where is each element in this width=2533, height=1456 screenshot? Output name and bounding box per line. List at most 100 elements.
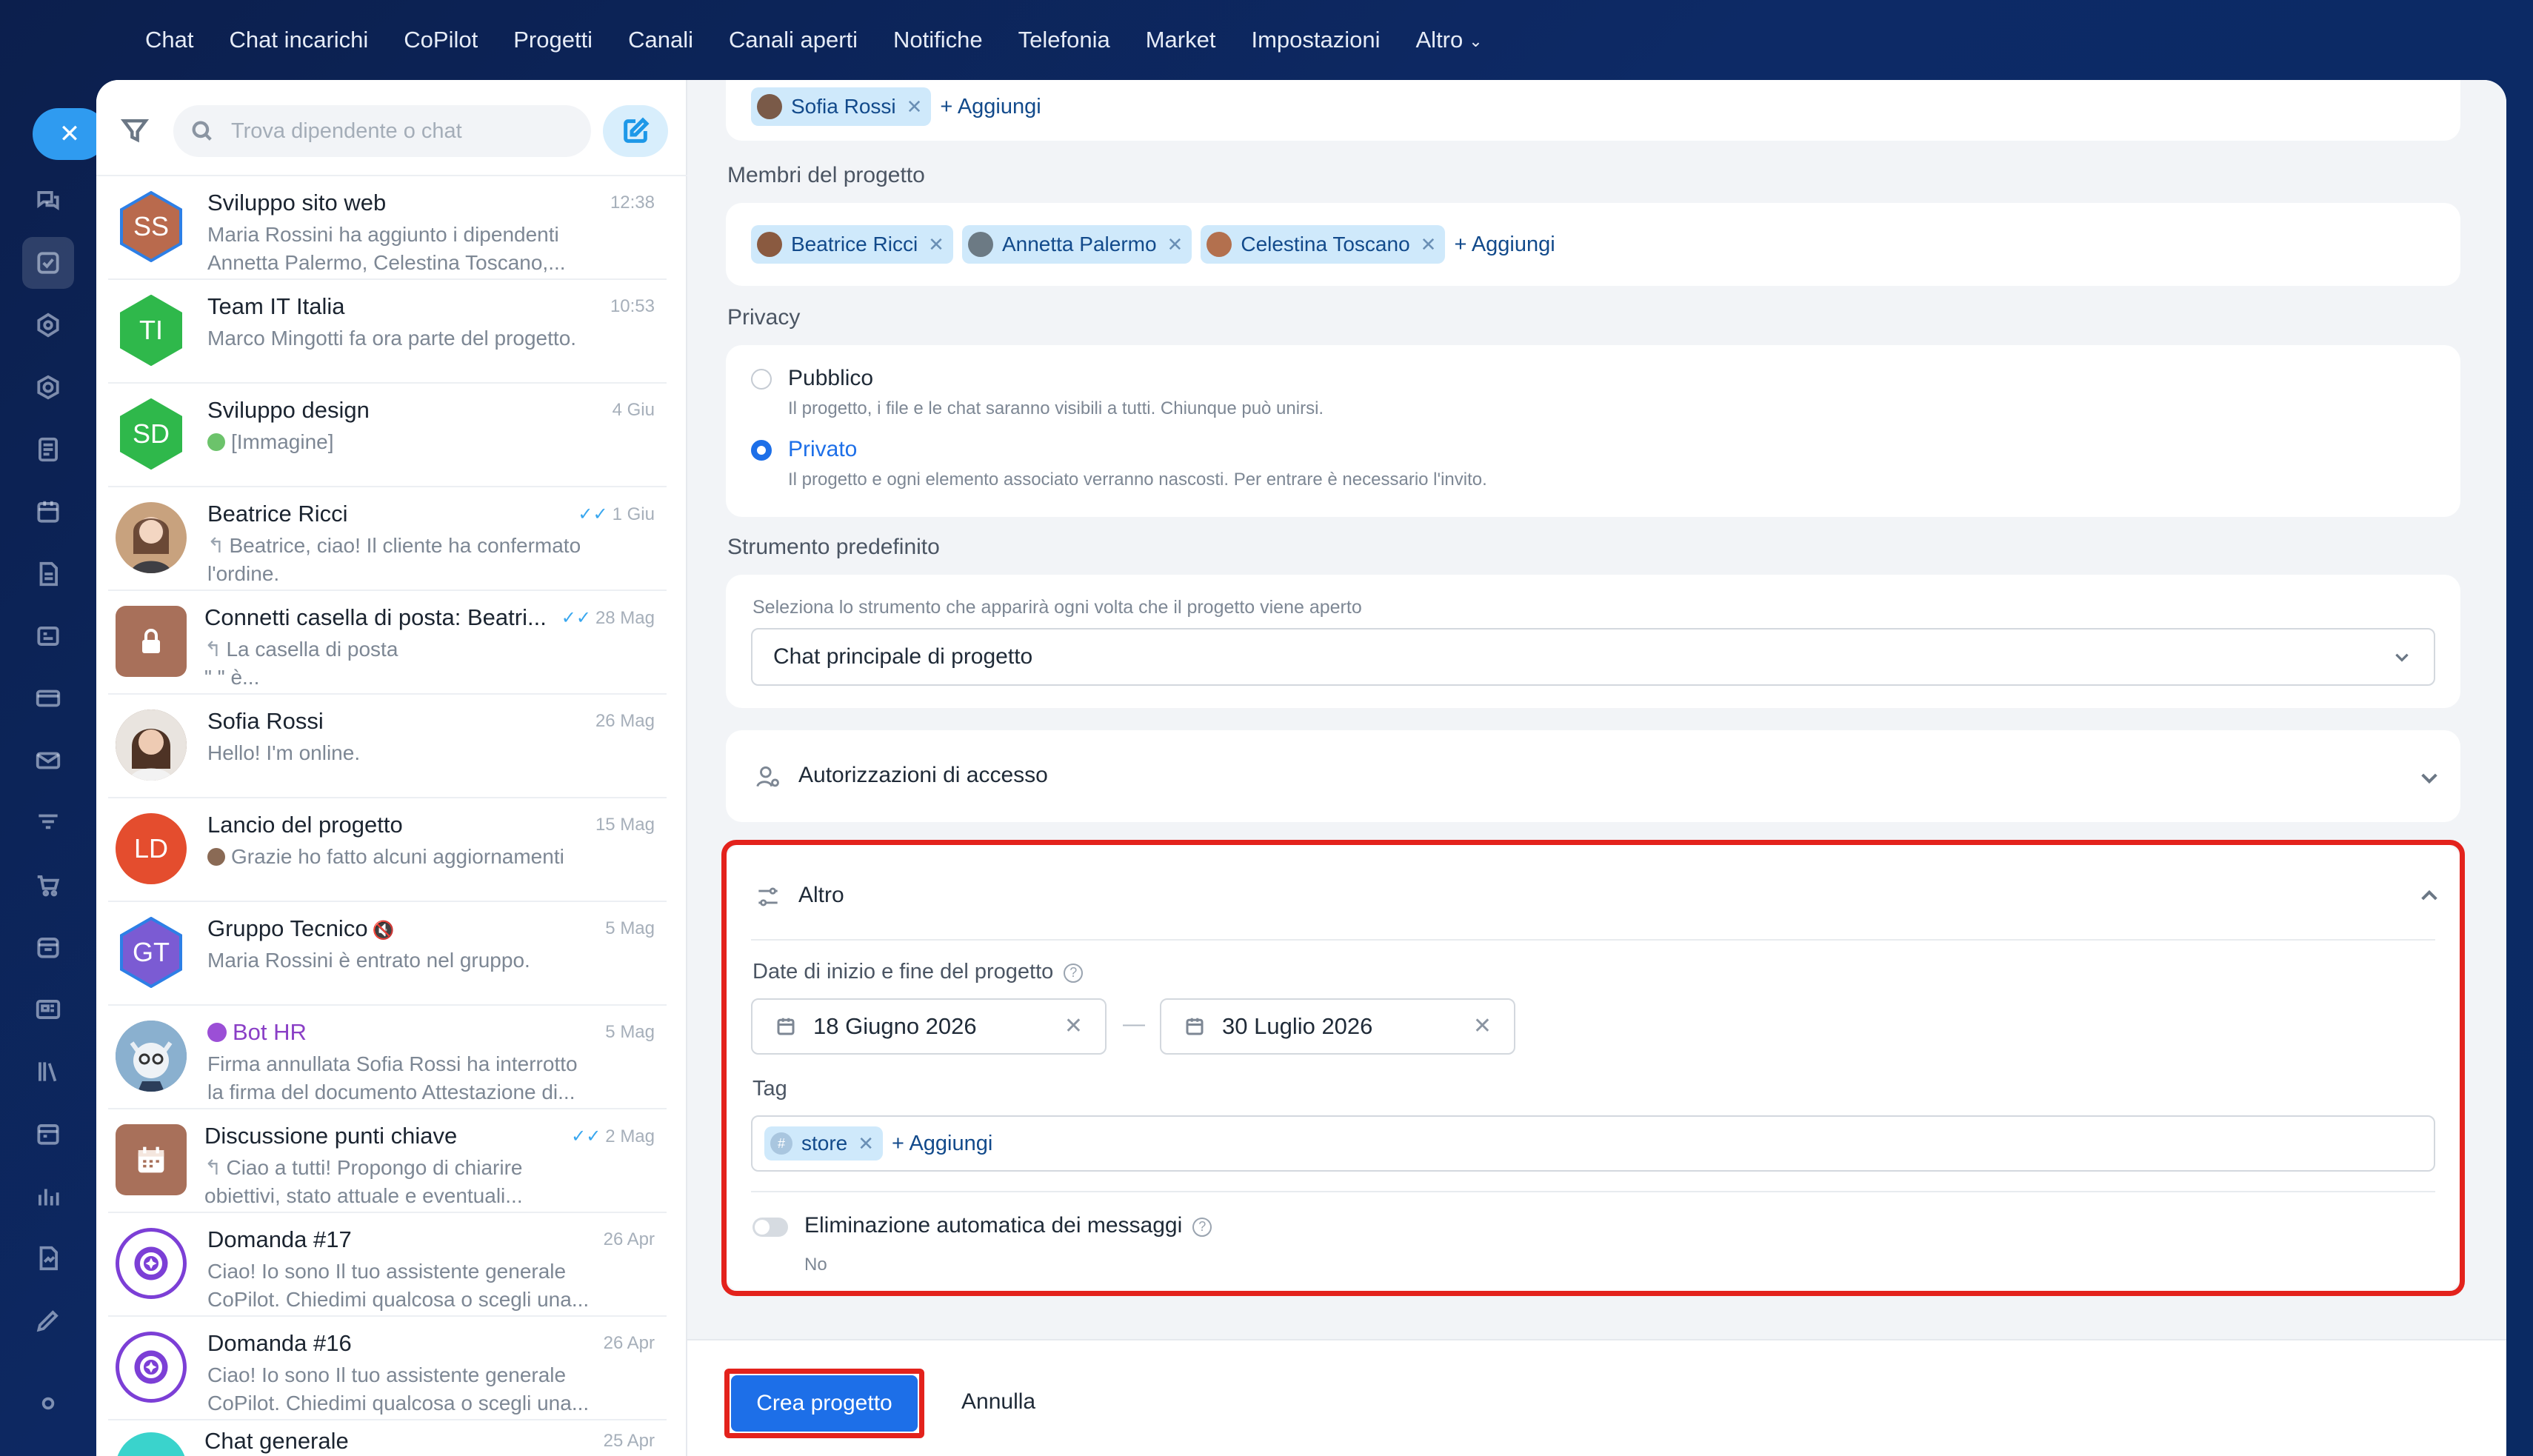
member-chip[interactable]: Celestina Toscano ✕	[1201, 225, 1446, 264]
sender-avatar-icon	[207, 848, 225, 866]
archive-icon[interactable]	[22, 921, 74, 973]
chat-time: 12:38	[610, 193, 655, 213]
create-project-button[interactable]: Crea progetto	[731, 1375, 918, 1432]
nav-item-notifiche[interactable]: Notifiche	[893, 27, 983, 53]
remove-icon[interactable]: ✕	[907, 96, 923, 118]
chat-bubbles-icon[interactable]	[22, 175, 74, 227]
search-input[interactable]: Trova dipendente o chat	[173, 105, 591, 157]
access-permissions-section[interactable]: Autorizzazioni di accesso	[726, 730, 2460, 822]
cart-icon[interactable]	[22, 859, 74, 911]
mute-icon: 🔇	[372, 921, 395, 941]
filter-icon[interactable]	[119, 114, 151, 147]
news-icon[interactable]	[22, 984, 74, 1035]
member-chip[interactable]: Annetta Palermo ✕	[961, 225, 1192, 264]
nav-item-chat-incarichi[interactable]: Chat incarichi	[229, 27, 368, 53]
chat-item[interactable]: TI Team IT Italia 10:53 Marco Mingotti f…	[96, 280, 687, 384]
chat-item[interactable]: GT Gruppo Tecnico 🔇 5 Mag Maria Rossini è…	[96, 902, 687, 1006]
projects-icon[interactable]	[22, 361, 74, 413]
user-avatar	[116, 502, 187, 573]
chat-item[interactable]: SS Sviluppo sito web 12:38 Maria Rossini…	[96, 176, 687, 280]
filter-list-icon[interactable]	[22, 797, 74, 849]
pen-icon[interactable]	[22, 1295, 74, 1346]
double-check-icon: ✓✓	[561, 608, 591, 628]
chat-item[interactable]: Domanda #17 26 Apr Ciao! Io sono Il tuo …	[96, 1213, 687, 1317]
document-icon[interactable]	[22, 424, 74, 475]
chat-time: 26 Apr	[603, 1229, 655, 1249]
default-tool-hint: Seleziona lo strumento che apparirà ogni…	[752, 597, 1362, 618]
cancel-button[interactable]: Annulla	[961, 1389, 1035, 1415]
nav-item-progetti[interactable]: Progetti	[513, 27, 593, 53]
chat-item[interactable]: Domanda #16 26 Apr Ciao! Io sono Il tuo …	[96, 1317, 687, 1420]
default-tool-select[interactable]: Chat principale di progetto	[751, 628, 2435, 686]
search-placeholder: Trova dipendente o chat	[231, 118, 462, 143]
nav-item-chat[interactable]: Chat	[145, 27, 193, 53]
remove-icon[interactable]: ✕	[1167, 233, 1184, 256]
library-icon[interactable]	[22, 1046, 74, 1098]
calendar-icon[interactable]	[22, 486, 74, 538]
copilot-avatar-icon	[116, 1332, 187, 1403]
chat-item[interactable]: Beatrice Ricci ✓✓ 1 Giu ↰ Beatrice, ciao! …	[96, 487, 687, 591]
chat-title: Gruppo Tecnico 🔇	[207, 915, 395, 941]
chat-time: 26 Mag	[595, 711, 655, 731]
default-tool-label: Strumento predefinito	[727, 535, 940, 559]
compose-button[interactable]	[603, 105, 668, 157]
chat-preview: Ciao! Io sono Il tuo assistente generale…	[207, 1260, 590, 1311]
nav-item-impostazioni[interactable]: Impostazioni	[1251, 27, 1380, 53]
report-icon[interactable]	[22, 1232, 74, 1284]
nav-item-canali-aperti[interactable]: Canali aperti	[729, 27, 858, 53]
chevron-down-icon[interactable]	[2417, 766, 2441, 789]
privacy-private-title[interactable]: Privato	[788, 437, 857, 462]
members-card: Beatrice Ricci ✕ Annetta Palermo ✕ Celesti…	[726, 203, 2460, 286]
mail-icon[interactable]	[22, 735, 74, 787]
nav-item-canali[interactable]: Canali	[628, 27, 693, 53]
card-icon[interactable]	[22, 672, 74, 724]
settings-icon[interactable]	[22, 1377, 74, 1429]
compose-icon	[624, 117, 650, 143]
user-avatar	[1207, 232, 1232, 257]
tasks-icon[interactable]	[22, 237, 74, 289]
nav-item-copilot[interactable]: CoPilot	[404, 27, 478, 53]
chat-time: ✓✓ 28 Mag	[561, 608, 655, 628]
add-owner-link[interactable]: + Aggiungi	[940, 95, 1041, 119]
add-member-link[interactable]: + Aggiungi	[1454, 233, 1555, 257]
chat-title: Bot HR	[207, 1019, 307, 1046]
chat-item[interactable]: SD Sviluppo design 4 Giu [Immagine]	[96, 384, 687, 487]
chat-time: 10:53	[610, 296, 655, 316]
member-chip[interactable]: Beatrice Ricci ✕	[751, 225, 953, 264]
chat-item[interactable]: Bot HR 5 Mag Firma annullata Sofia Rossi…	[96, 1006, 687, 1109]
chat-avatar: SS	[116, 191, 187, 262]
user-avatar	[116, 709, 187, 781]
reply-icon: ↰	[204, 638, 222, 661]
remove-icon[interactable]: ✕	[928, 233, 944, 256]
chat-preview: Maria Rossini è entrato nel gruppo.	[207, 949, 530, 972]
owner-chip[interactable]: Sofia Rossi ✕	[751, 87, 932, 126]
close-icon[interactable]: ✕	[33, 108, 107, 160]
schedule-icon[interactable]	[22, 1108, 74, 1160]
copilot-icon[interactable]	[22, 299, 74, 351]
file-icon[interactable]	[22, 548, 74, 600]
chat-item[interactable]: Sofia Rossi 26 Mag Hello! I'm online.	[96, 695, 687, 798]
privacy-private-radio[interactable]	[751, 440, 772, 461]
chat-item[interactable]: Connetti casella di posta: Beatri... ✓✓ 2…	[96, 591, 687, 695]
chat-title: Discussione punti chiave	[204, 1123, 458, 1149]
chat-avatar: GT	[116, 917, 187, 988]
chat-item[interactable]: Discussione punti chiave ✓✓ 2 Mag ↰ Ciao a…	[96, 1109, 687, 1213]
nav-item-altro[interactable]: Altro ⌄	[1416, 27, 1483, 53]
nav-item-telefonia[interactable]: Telefonia	[1018, 27, 1110, 53]
members-label: Membri del progetto	[727, 163, 925, 187]
chat-preview: Marco Mingotti fa ora parte del progetto…	[207, 327, 577, 350]
crm-icon[interactable]	[22, 610, 74, 662]
analytics-icon[interactable]	[22, 1170, 74, 1222]
nav-item-market[interactable]: Market	[1146, 27, 1216, 53]
bot-avatar	[116, 1021, 187, 1092]
chat-list-column: Trova dipendente o chat SS Sviluppo sito…	[96, 80, 687, 1456]
access-permissions-title: Autorizzazioni di accesso	[798, 763, 1048, 787]
chat-title: Connetti casella di posta: Beatri...	[204, 604, 547, 630]
chat-item[interactable]: Chat generale 25 Apr	[96, 1420, 687, 1456]
remove-icon[interactable]: ✕	[1421, 233, 1437, 256]
chat-preview: Maria Rossini ha aggiunto i dipendenti An…	[207, 223, 566, 274]
chat-time: 5 Mag	[605, 1022, 655, 1042]
privacy-public-radio[interactable]	[751, 369, 772, 390]
chat-item[interactable]: LD Lancio del progetto 15 Mag Grazie ho …	[96, 798, 687, 902]
privacy-public-title[interactable]: Pubblico	[788, 366, 873, 391]
